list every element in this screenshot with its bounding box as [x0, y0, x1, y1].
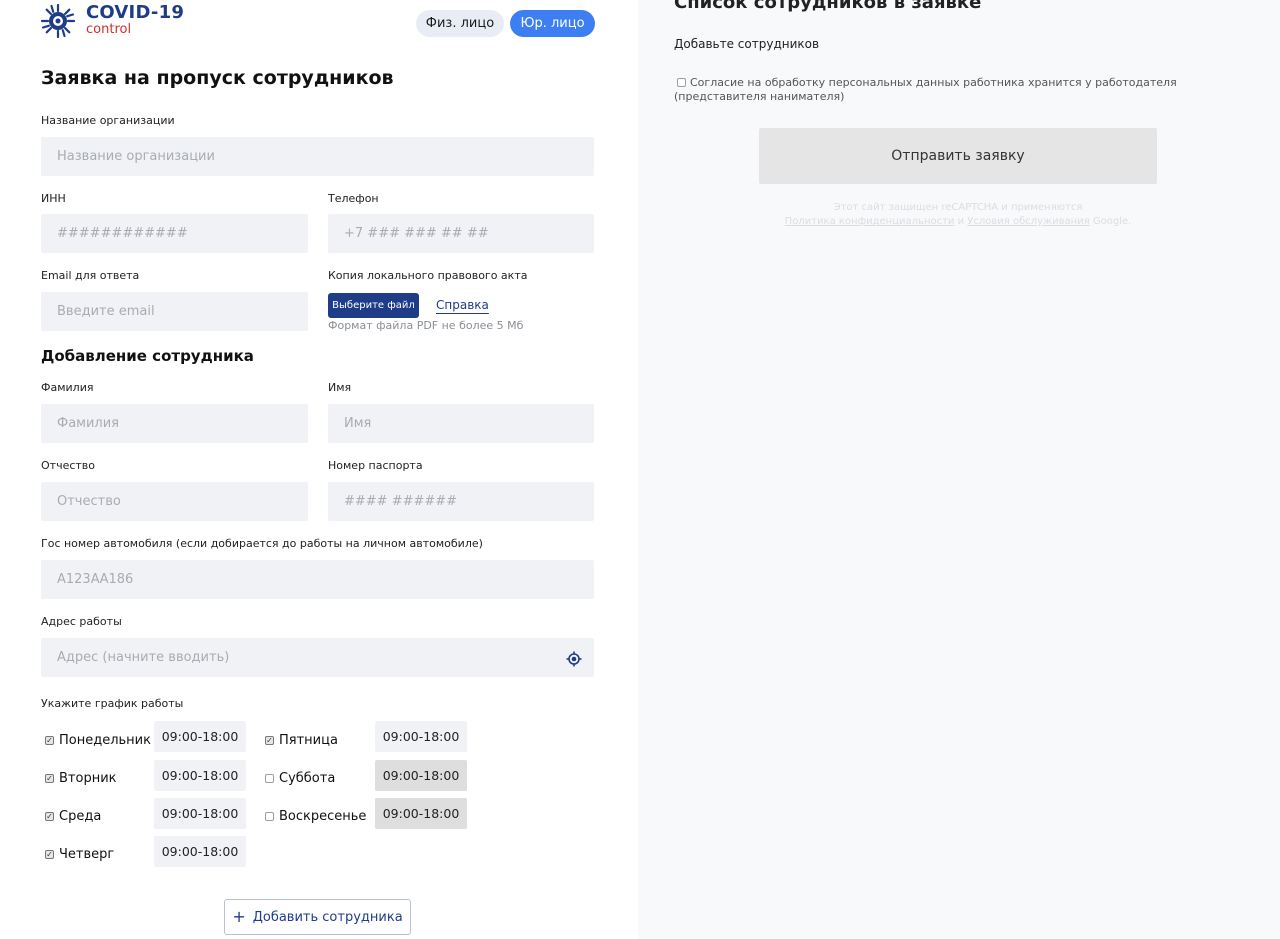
logo[interactable]: COVID-19 control	[41, 4, 184, 38]
legal-entity-toggle[interactable]: Юр. лицо	[510, 10, 595, 37]
consent-text: Согласие на обработку персональных данны…	[674, 76, 1177, 103]
day-tuesday[interactable]: ✓ Вторник	[45, 771, 117, 786]
phone-input[interactable]	[328, 214, 594, 253]
day-friday[interactable]: ✓ Пятница	[265, 733, 338, 748]
day-sunday[interactable]: Воскресенье	[265, 809, 366, 824]
passport-label: Номер паспорта	[328, 459, 423, 472]
inn-input[interactable]	[41, 214, 308, 253]
terms-link[interactable]: Условия обслуживания	[967, 216, 1089, 227]
location-target-icon[interactable]	[566, 651, 582, 667]
time-thursday[interactable]: 09:00-18:00	[154, 836, 246, 867]
firstname-input[interactable]	[328, 404, 594, 443]
individual-toggle[interactable]: Физ. лицо	[416, 10, 504, 37]
firstname-label: Имя	[328, 381, 352, 394]
privacy-link[interactable]: Политика конфиденциальности	[785, 216, 955, 227]
employee-section-title: Добавление сотрудника	[41, 347, 254, 365]
check-icon[interactable]: ✓	[45, 774, 54, 783]
recaptcha-tail: Google.	[1092, 216, 1132, 227]
phone-label: Телефон	[328, 192, 379, 205]
day-label: Четверг	[59, 847, 115, 862]
day-label: Среда	[59, 809, 102, 824]
time-friday[interactable]: 09:00-18:00	[375, 721, 467, 752]
day-saturday[interactable]: Суббота	[265, 771, 335, 786]
check-icon[interactable]: ✓	[45, 812, 54, 821]
car-number-input[interactable]	[41, 560, 594, 599]
logo-subtitle: control	[86, 22, 132, 37]
add-employee-button[interactable]: + Добавить сотрудника	[224, 899, 411, 935]
day-wednesday[interactable]: ✓ Среда	[45, 809, 101, 824]
plus-icon: +	[232, 907, 246, 926]
middlename-label: Отчество	[41, 459, 96, 472]
employee-list-title: Список сотрудников в заявке	[674, 0, 982, 13]
add-employee-label: Добавить сотрудника	[252, 909, 403, 925]
day-label: Пятница	[279, 733, 338, 748]
time-monday[interactable]: 09:00-18:00	[154, 721, 246, 752]
logo-title: COVID-19	[86, 2, 185, 23]
help-link[interactable]: Справка	[436, 298, 489, 312]
employee-list-subtitle: Добавьте сотрудников	[674, 37, 820, 51]
checkbox-unchecked[interactable]	[265, 774, 274, 783]
check-icon[interactable]: ✓	[45, 850, 54, 859]
checkbox-unchecked[interactable]	[265, 812, 274, 821]
consent-row[interactable]: Согласие на обработку персональных данны…	[674, 76, 1244, 104]
recaptcha-and: и	[957, 216, 965, 227]
car-label: Гос номер автомобиля (если добирается до…	[41, 537, 483, 550]
consent-checkbox[interactable]	[677, 77, 686, 87]
recaptcha-line1: Этот сайт защищен reCAPTCHA и применяютс…	[833, 202, 1083, 213]
address-input[interactable]	[41, 638, 594, 677]
day-label: Суббота	[279, 771, 336, 786]
recaptcha-notice: Этот сайт защищен reCAPTCHA и применяютс…	[674, 201, 1242, 229]
time-sunday[interactable]: 09:00-18:00	[375, 798, 467, 829]
email-label: Email для ответа	[41, 269, 140, 282]
lastname-label: Фамилия	[41, 381, 94, 394]
submit-button[interactable]: Отправить заявку	[759, 128, 1157, 184]
email-input[interactable]	[41, 292, 308, 331]
day-label: Воскресенье	[279, 809, 367, 824]
day-thursday[interactable]: ✓ Четверг	[45, 847, 114, 862]
act-label: Копия локального правового акта	[328, 269, 528, 282]
time-wednesday[interactable]: 09:00-18:00	[154, 798, 246, 829]
day-label: Вторник	[59, 771, 117, 786]
lastname-input[interactable]	[41, 404, 308, 443]
org-input[interactable]	[41, 137, 594, 176]
virus-icon	[41, 4, 75, 38]
check-icon[interactable]: ✓	[265, 736, 274, 745]
day-monday[interactable]: ✓ Понедельник	[45, 733, 151, 748]
time-tuesday[interactable]: 09:00-18:00	[154, 760, 246, 791]
org-label: Название организации	[41, 114, 175, 127]
inn-label: ИНН	[41, 192, 66, 205]
schedule-label: Укажите график работы	[41, 697, 184, 710]
address-label: Адрес работы	[41, 615, 122, 628]
page-title: Заявка на пропуск сотрудников	[41, 67, 394, 89]
form-panel: COVID-19 control Физ. лицо Юр. лицо Заяв…	[0, 0, 638, 939]
middlename-input[interactable]	[41, 482, 308, 521]
file-format-hint: Формат файла PDF не более 5 Мб	[328, 319, 524, 332]
choose-file-button[interactable]: Выберите файл	[328, 293, 419, 318]
time-saturday[interactable]: 09:00-18:00	[375, 760, 467, 791]
passport-input[interactable]	[328, 482, 594, 521]
check-icon[interactable]: ✓	[45, 736, 54, 745]
day-label: Понедельник	[59, 733, 151, 748]
